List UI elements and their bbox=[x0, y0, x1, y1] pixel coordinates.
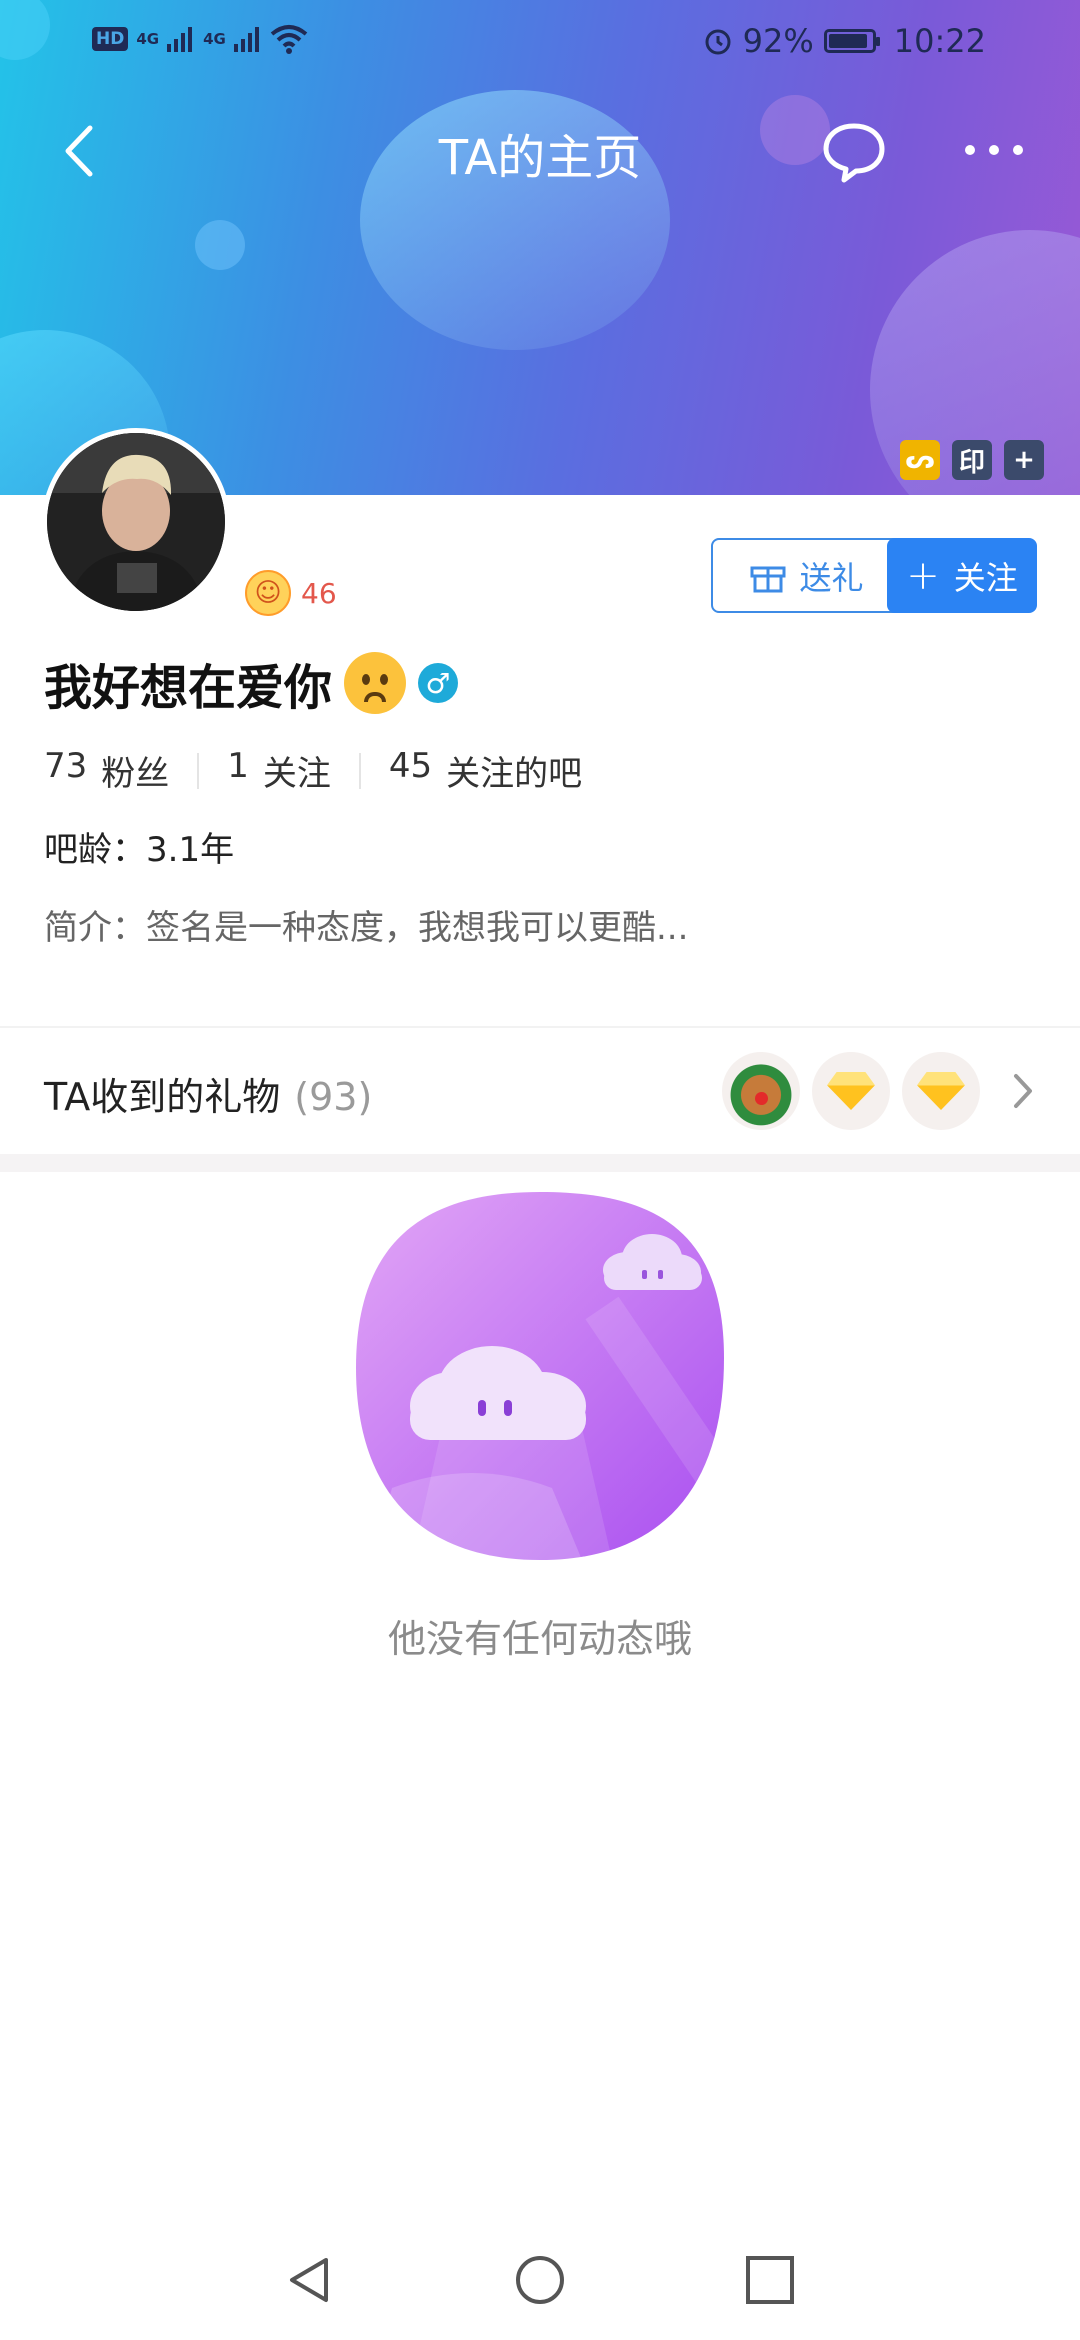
system-home-icon[interactable] bbox=[512, 2252, 568, 2308]
add-badge-button[interactable]: + bbox=[1004, 440, 1044, 480]
level-icon: ☺ bbox=[245, 570, 291, 616]
hd-indicator: HD bbox=[92, 27, 129, 51]
level-number: 46 bbox=[301, 576, 337, 610]
empty-state-message: 他没有任何动态哦 bbox=[387, 1617, 692, 1661]
bio: 简介：签名是一种态度，我想我可以更酷... bbox=[44, 908, 689, 948]
avatar[interactable] bbox=[42, 428, 230, 616]
status-bar: HD 4G 4G 92% 10:22 bbox=[0, 0, 1080, 84]
plus-icon: + bbox=[906, 552, 940, 599]
gifts-title: TA收到的礼物 (93) bbox=[44, 1066, 372, 1121]
follow-label: 关注 bbox=[953, 558, 1018, 597]
gifts-count: (93) bbox=[294, 1075, 373, 1119]
profile-stats: 73 粉丝 1 关注 45 关注的吧 bbox=[44, 746, 582, 795]
followed-bars-count: 45 bbox=[388, 746, 433, 786]
leo-badge[interactable]: ᔕ bbox=[900, 440, 940, 480]
system-recents-icon[interactable] bbox=[742, 2252, 798, 2308]
sad-face-emoji-icon bbox=[344, 652, 407, 714]
fans-stat[interactable]: 73 粉丝 bbox=[44, 746, 169, 795]
chat-bubble-icon[interactable] bbox=[820, 118, 888, 186]
more-icon[interactable] bbox=[962, 138, 1026, 162]
avatar-photo bbox=[47, 433, 225, 611]
following-stat[interactable]: 1 关注 bbox=[227, 746, 331, 795]
diamond-gift-icon bbox=[902, 1052, 980, 1130]
empty-cloud-illustration-icon bbox=[356, 1192, 728, 1560]
followed-bars-stat[interactable]: 45 关注的吧 bbox=[389, 746, 582, 795]
page-title: TA的主页 bbox=[438, 130, 642, 186]
chevron-right-icon bbox=[1014, 1074, 1032, 1108]
signal-label: 4G bbox=[203, 30, 226, 48]
received-gifts-row[interactable]: TA收到的礼物 (93) bbox=[0, 1028, 1080, 1154]
gift-icon bbox=[750, 566, 786, 592]
username: 我好想在爱你 bbox=[44, 660, 333, 716]
signal-icon bbox=[167, 27, 193, 52]
send-gift-button[interactable]: 送礼 bbox=[711, 538, 902, 613]
following-label: 关注 bbox=[262, 754, 331, 794]
alarm-icon bbox=[705, 29, 731, 55]
battery-percent: 92% bbox=[742, 22, 814, 60]
profile-banner: HD 4G 4G 92% 10:22 TA的主页 ᔕ 印 + bbox=[0, 0, 1080, 495]
stamp-badge[interactable]: 印 bbox=[952, 440, 992, 480]
battery-icon bbox=[823, 29, 880, 53]
user-level[interactable]: ☺ 46 bbox=[245, 570, 337, 616]
account-age: 吧龄：3.1年 bbox=[44, 830, 235, 870]
wifi-icon bbox=[270, 25, 308, 54]
fans-label: 粉丝 bbox=[101, 754, 170, 794]
banner-bubble bbox=[195, 220, 245, 270]
fans-count: 73 bbox=[44, 746, 88, 786]
followed-bars-label: 关注的吧 bbox=[446, 754, 583, 794]
badge-tags: ᔕ 印 + bbox=[900, 440, 1044, 480]
section-divider bbox=[0, 1154, 1080, 1172]
username-row: 我好想在爱你 ♂ bbox=[44, 648, 459, 718]
stat-divider bbox=[358, 752, 361, 789]
gifts-title-text: TA收到的礼物 bbox=[44, 1075, 281, 1119]
reindeer-gift-icon bbox=[722, 1052, 800, 1130]
follow-button[interactable]: + 关注 bbox=[887, 538, 1037, 613]
clock: 10:22 bbox=[893, 22, 986, 60]
male-gender-icon: ♂ bbox=[418, 663, 459, 703]
send-gift-label: 送礼 bbox=[799, 558, 864, 597]
diamond-gift-icon bbox=[812, 1052, 890, 1130]
following-count: 1 bbox=[227, 746, 249, 786]
system-navigation-bar bbox=[0, 2230, 1080, 2340]
stat-divider bbox=[197, 752, 200, 789]
signal-icon bbox=[233, 27, 259, 52]
signal-label: 4G bbox=[136, 30, 160, 48]
system-back-icon[interactable] bbox=[282, 2252, 338, 2308]
